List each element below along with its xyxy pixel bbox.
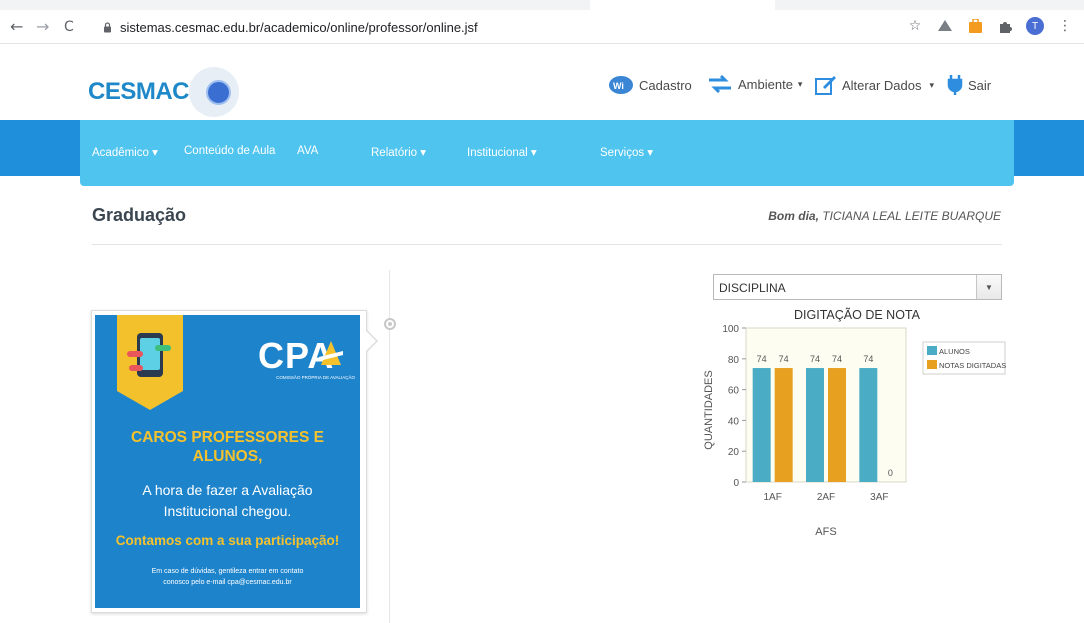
cpa-body-line1: A hora de fazer a Avaliação	[142, 482, 313, 498]
grades-chart: DIGITAÇÃO DE NOTA 0 20 40 60 80 100 74 74 74 74 7…	[703, 308, 1006, 538]
page-title: Graduação	[92, 205, 187, 225]
bar-data-label: 74	[832, 354, 842, 364]
y-tick-label: 100	[722, 324, 739, 335]
menu-ambiente[interactable]: Ambiente ▾	[707, 75, 802, 93]
cpa-note-line1: Em caso de dúvidas, gentileza entrar em …	[151, 568, 304, 575]
menu-sair[interactable]: Sair	[947, 75, 991, 95]
edit-icon	[815, 76, 836, 95]
y-tick-label: 0	[733, 478, 739, 489]
nav-conteudo-de-aula[interactable]: Conteúdo de Aula	[184, 145, 275, 157]
lock-icon[interactable]	[103, 22, 112, 33]
x-axis-label: AFS	[815, 526, 836, 538]
bookmark-star-icon[interactable]: ☆	[906, 17, 924, 35]
cpa-call-to-action: Contamos com a sua participação!	[115, 533, 340, 548]
cpa-body-line2: Institucional chegou.	[163, 503, 292, 519]
swap-arrows-icon	[709, 75, 731, 93]
menu-cadastro-label: Cadastro	[639, 77, 692, 93]
y-tick-label: 20	[728, 447, 740, 458]
nav-institucional[interactable]: Institucional ▾	[467, 145, 537, 159]
legend-swatch	[927, 360, 937, 369]
nav-ava[interactable]: AVA	[297, 145, 318, 157]
logo-hand-icon	[206, 80, 231, 105]
chevron-down-icon: ▾	[797, 78, 803, 89]
chevron-down-icon: ▾	[929, 79, 935, 90]
timeline-dot-icon	[384, 318, 396, 330]
cpa-banner-image[interactable]: CPA COMISSÃO PRÓPRIA DE AVALIAÇÃO CAROS …	[95, 315, 360, 608]
menu-cadastro[interactable]: Wi Cadastro	[608, 75, 692, 95]
plug-icon	[947, 75, 963, 95]
y-tick-label: 60	[728, 386, 740, 397]
shopping-extension-icon[interactable]	[966, 17, 984, 35]
nav-servicos[interactable]: Serviços ▾	[600, 145, 653, 159]
legend-label: ALUNOS	[939, 347, 970, 356]
cpa-body: A hora de fazer a Avaliação Instituciona…	[95, 480, 360, 522]
y-tick-label: 80	[728, 355, 740, 366]
cesmac-logo[interactable]: CESMAC	[88, 78, 190, 106]
divider	[92, 244, 1002, 245]
select-toggle-button[interactable]: ▼	[976, 275, 1001, 299]
x-tick-label: 1AF	[763, 492, 781, 503]
menu-alterar-dados-label: Alterar Dados	[842, 77, 922, 93]
nav-academico[interactable]: Acadêmico ▾	[92, 145, 158, 159]
cpa-logo-accent-icon	[319, 341, 343, 365]
browser-extensions: ☆ T ⋮	[906, 17, 1074, 35]
bar	[774, 368, 793, 482]
cpa-contact-note: Em caso de dúvidas, gentileza entrar em …	[95, 566, 360, 588]
drive-extension-icon[interactable]	[936, 17, 954, 35]
active-tab[interactable]	[590, 0, 775, 10]
cpa-headline-line1: CAROS PROFESSORES E	[131, 429, 324, 446]
legend-label: NOTAS DIGITADAS	[939, 361, 1006, 370]
greeting: Bom dia, TICIANA LEAL LEITE BUARQUE	[768, 209, 1001, 223]
bar	[859, 368, 878, 482]
browser-menu-icon[interactable]: ⋮	[1056, 17, 1074, 35]
svg-text:Wi: Wi	[613, 81, 624, 91]
menu-alterar-dados[interactable]: Alterar Dados ▾	[815, 75, 934, 95]
x-tick-label: 3AF	[870, 492, 888, 503]
bar	[828, 368, 846, 482]
cpa-headline-line2: ALUNOS,	[192, 448, 263, 465]
chat-bubble-icon	[129, 365, 143, 371]
chevron-down-icon: ▼	[985, 282, 993, 292]
y-axis-label: QUANTIDADES	[703, 370, 715, 449]
extensions-puzzle-icon[interactable]	[996, 17, 1014, 35]
tab-strip	[0, 0, 1084, 10]
select-value: DISCIPLINA	[719, 281, 786, 295]
browser-toolbar: ← → C sistemas.cesmac.edu.br/academico/o…	[0, 0, 1084, 44]
menu-sair-label: Sair	[968, 77, 992, 93]
bar-data-label: 74	[757, 354, 767, 364]
bar-data-label: 74	[779, 354, 789, 364]
back-button[interactable]: ←	[10, 19, 23, 35]
address-bar[interactable]: sistemas.cesmac.edu.br/academico/online/…	[120, 20, 478, 35]
bar-data-label: 74	[810, 354, 820, 364]
bar	[806, 368, 824, 482]
greeting-prefix: Bom dia,	[768, 209, 819, 223]
forward-button[interactable]: →	[36, 19, 49, 35]
chat-bubble-icon	[155, 345, 171, 351]
chat-bubble-icon	[127, 351, 143, 357]
bar-data-label: 0	[888, 468, 893, 478]
wifi-badge-icon: Wi	[609, 76, 633, 94]
cpa-logo-subtitle: COMISSÃO PRÓPRIA DE AVALIAÇÃO	[276, 375, 355, 380]
bar-data-label: 74	[863, 354, 873, 364]
x-tick-label: 2AF	[817, 492, 835, 503]
y-tick-label: 40	[728, 416, 740, 427]
profile-avatar[interactable]: T	[1026, 17, 1044, 35]
user-name: TICIANA LEAL LEITE BUARQUE	[822, 209, 1001, 223]
legend-swatch	[927, 346, 937, 355]
nav-relatorio[interactable]: Relatório ▾	[371, 145, 426, 159]
chart-title: DIGITAÇÃO DE NOTA	[794, 308, 921, 322]
cpa-note-line2: conosco pelo e-mail cpa@cesmac.edu.br	[163, 579, 292, 586]
reload-button[interactable]: C	[64, 19, 74, 35]
bar	[752, 368, 771, 482]
menu-ambiente-label: Ambiente	[738, 76, 793, 92]
discipline-select[interactable]: DISCIPLINA	[713, 274, 1002, 300]
card-pointer-inner	[365, 330, 376, 352]
cpa-headline: CAROS PROFESSORES E ALUNOS,	[95, 428, 360, 466]
